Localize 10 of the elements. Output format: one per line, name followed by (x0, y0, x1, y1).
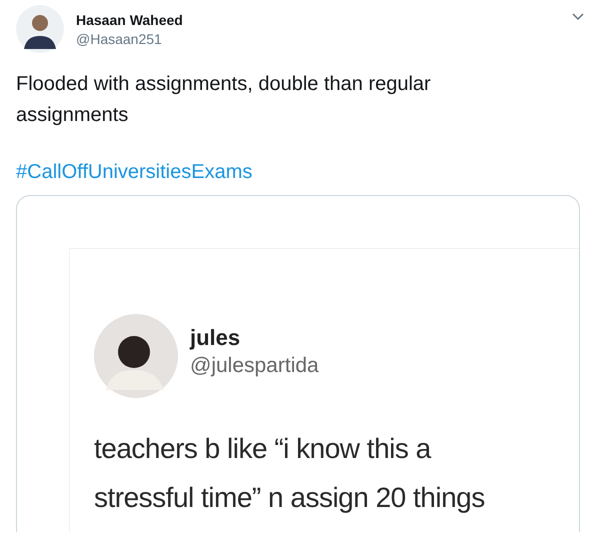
avatar-icon[interactable] (16, 5, 64, 53)
chevron-down-icon[interactable] (572, 13, 584, 21)
media-card[interactable]: jules @julespartida teachers b like “i know this a stressful time” n assign 20 things (16, 195, 580, 532)
post-text: teachers b like “i know this a stressful time” n assign 20 things (94, 432, 486, 515)
author-handle: @julespartida (190, 353, 319, 379)
author-name[interactable]: Hasaan Waheed (76, 11, 183, 30)
avatar-icon (94, 314, 178, 398)
tweet-text: Flooded with assignments, double than regular assignments (16, 72, 432, 128)
author-name: jules (190, 324, 242, 352)
author-handle[interactable]: @Hasaan251 (76, 30, 183, 49)
